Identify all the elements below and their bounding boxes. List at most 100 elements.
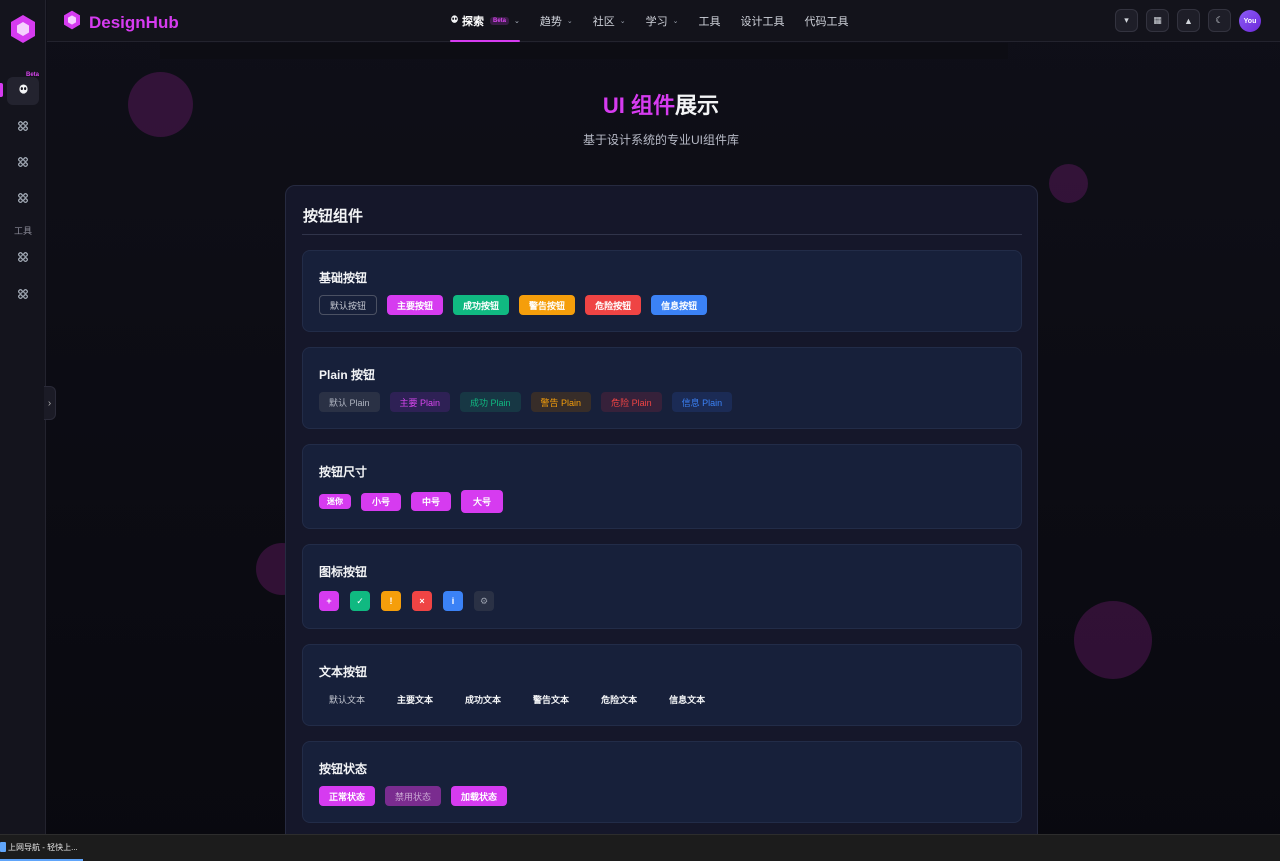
nav-item-label: 设计工具: [740, 16, 785, 28]
sidebar-item-2[interactable]: [7, 149, 39, 177]
divider: [302, 234, 1022, 235]
warning-text-button[interactable]: 警告文本: [523, 689, 579, 709]
plus-icon: +: [326, 596, 332, 606]
nav-item-learn[interactable]: 学习 ⌄: [646, 0, 679, 42]
page-subtitle: 基于设计系统的专业UI组件库: [582, 133, 739, 147]
danger-button[interactable]: 危险按钮: [585, 295, 642, 315]
sidebar-item-tool-1[interactable]: [7, 244, 39, 272]
info-icon-button[interactable]: i: [443, 591, 463, 611]
disabled-state-button: 禁用状态: [385, 786, 442, 806]
button-row: 默认 Plain 主要 Plain 成功 Plain 警告 Plain 危险 P…: [319, 392, 733, 412]
header-actions: ▾ ▦ ▲ ☾ You: [1115, 9, 1261, 32]
avatar[interactable]: You: [1239, 10, 1261, 32]
danger-text-button[interactable]: 危险文本: [591, 689, 647, 709]
default-button[interactable]: 默认按钮: [319, 295, 378, 315]
primary-button[interactable]: 主要按钮: [387, 295, 444, 315]
section-title: 按钮状态: [319, 762, 368, 776]
chevron-right-icon: ›: [47, 397, 52, 409]
nav-item-explore[interactable]: 探索 Beta ⌄: [450, 0, 520, 42]
nav-item-trends[interactable]: 趋势 ⌄: [540, 0, 573, 42]
page-title-highlight: UI 组件: [602, 93, 676, 118]
trophy-button[interactable]: ▾: [1115, 9, 1138, 32]
success-plain-button[interactable]: 成功 Plain: [460, 392, 521, 412]
primary-plain-button[interactable]: 主要 Plain: [389, 392, 451, 412]
success-text-button[interactable]: 成功文本: [455, 689, 511, 709]
sidebar-expand-toggle[interactable]: ›: [44, 386, 56, 420]
decor-bubble: [1049, 164, 1088, 203]
calendar-icon: ▦: [1153, 15, 1162, 25]
warning-icon-button[interactable]: !: [381, 591, 401, 611]
nav-item-tools[interactable]: 工具: [699, 0, 721, 42]
chevron-down-icon: ⌄: [672, 18, 679, 25]
check-icon-button[interactable]: ✓: [350, 591, 370, 611]
section-title: 文本按钮: [319, 665, 368, 679]
brand-name: DesignHub: [89, 12, 179, 32]
grid-icon: [18, 251, 28, 265]
trophy-icon: ▾: [1124, 15, 1129, 25]
top-navbar: DesignHub 探索 Beta ⌄ 趋势 ⌄ 社区 ⌄ 学习 ⌄ 工具 设计工具 …: [47, 0, 1280, 42]
section-text-buttons: 文本按钮 默认文本 主要文本 成功文本 警告文本 危险文本 信息文本: [302, 644, 1022, 726]
bell-icon: ▲: [1184, 15, 1193, 26]
button-row: 默认文本 主要文本 成功文本 警告文本 危险文本 信息文本: [319, 689, 715, 709]
warning-plain-button[interactable]: 警告 Plain: [530, 392, 592, 412]
panel-title: 按钮组件: [303, 208, 364, 225]
main-nav: 探索 Beta ⌄ 趋势 ⌄ 社区 ⌄ 学习 ⌄ 工具 设计工具 代码工具: [450, 0, 869, 42]
check-icon: ✓: [356, 595, 364, 606]
info-text-button[interactable]: 信息文本: [659, 689, 715, 709]
section-title: 图标按钮: [319, 565, 368, 579]
sidebar: Beta 工具: [0, 0, 46, 834]
chevron-down-icon: ⌄: [619, 18, 626, 25]
hexagon-logo-icon[interactable]: [8, 12, 38, 46]
chevron-down-icon: ⌄: [566, 18, 573, 25]
os-taskbar: 上网导航 - 轻快上...: [0, 834, 1280, 861]
section-plain-buttons: Plain 按钮 默认 Plain 主要 Plain 成功 Plain 警告 P…: [302, 347, 1022, 429]
default-text-button[interactable]: 默认文本: [319, 689, 375, 709]
nav-item-label: 社区: [592, 16, 615, 28]
nav-item-code-tools[interactable]: 代码工具: [805, 0, 849, 42]
default-plain-button[interactable]: 默认 Plain: [319, 392, 380, 412]
plus-icon-button[interactable]: +: [319, 591, 339, 611]
sidebar-section-label: 工具: [13, 226, 32, 236]
alien-icon: [450, 15, 459, 27]
chevron-down-icon: ⌄: [514, 18, 520, 25]
sidebar-item-3[interactable]: [7, 185, 39, 213]
loading-state-button[interactable]: 加载状态: [451, 786, 508, 806]
calendar-button[interactable]: ▦: [1146, 9, 1169, 32]
taskbar-item[interactable]: 上网导航 - 轻快上...: [0, 835, 83, 861]
button-row: + ✓ ! × i ⚙: [319, 591, 494, 611]
warning-button[interactable]: 警告按钮: [519, 295, 576, 315]
nav-item-design-tools[interactable]: 设计工具: [741, 0, 785, 42]
info-button[interactable]: 信息按钮: [651, 295, 708, 315]
medium-button[interactable]: 中号: [411, 492, 452, 511]
grid-icon: [18, 288, 28, 302]
large-button[interactable]: 大号: [461, 490, 504, 513]
success-button[interactable]: 成功按钮: [453, 295, 510, 315]
small-button[interactable]: 小号: [361, 492, 402, 511]
danger-plain-button[interactable]: 危险 Plain: [601, 392, 662, 412]
page-title-rest: 展示: [675, 93, 720, 118]
close-icon: ×: [419, 596, 425, 606]
theme-toggle-button[interactable]: ☾: [1208, 9, 1231, 32]
nav-item-label: 工具: [698, 16, 721, 28]
grid-icon: [18, 192, 28, 206]
primary-text-button[interactable]: 主要文本: [387, 689, 443, 709]
brand[interactable]: DesignHub: [63, 10, 179, 35]
section-button-sizes: 按钮尺寸 迷你 小号 中号 大号: [302, 444, 1022, 529]
sidebar-item-tool-2[interactable]: [7, 281, 39, 309]
section-button-states: 按钮状态 正常状态 禁用状态 加载状态: [302, 741, 1022, 823]
normal-state-button[interactable]: 正常状态: [319, 786, 376, 806]
section-icon-buttons: 图标按钮 + ✓ ! × i ⚙: [302, 544, 1022, 629]
moon-icon: ☾: [1215, 15, 1224, 25]
button-components-panel: 按钮组件 基础按钮 默认按钮 主要按钮 成功按钮 警告按钮 危险按钮 信息按钮 …: [285, 185, 1038, 845]
mini-button[interactable]: 迷你: [319, 494, 351, 509]
browser-icon: [0, 842, 6, 852]
close-icon-button[interactable]: ×: [412, 591, 432, 611]
notification-button[interactable]: ▲: [1177, 9, 1200, 32]
settings-icon-button[interactable]: ⚙: [474, 591, 494, 611]
beta-badge: Beta: [490, 17, 510, 25]
nav-item-community[interactable]: 社区 ⌄: [593, 0, 626, 42]
info-plain-button[interactable]: 信息 Plain: [671, 392, 733, 412]
hero-background: [160, 43, 1008, 59]
nav-item-label: 学习: [645, 16, 668, 28]
button-row: 正常状态 禁用状态 加载状态: [319, 786, 508, 806]
